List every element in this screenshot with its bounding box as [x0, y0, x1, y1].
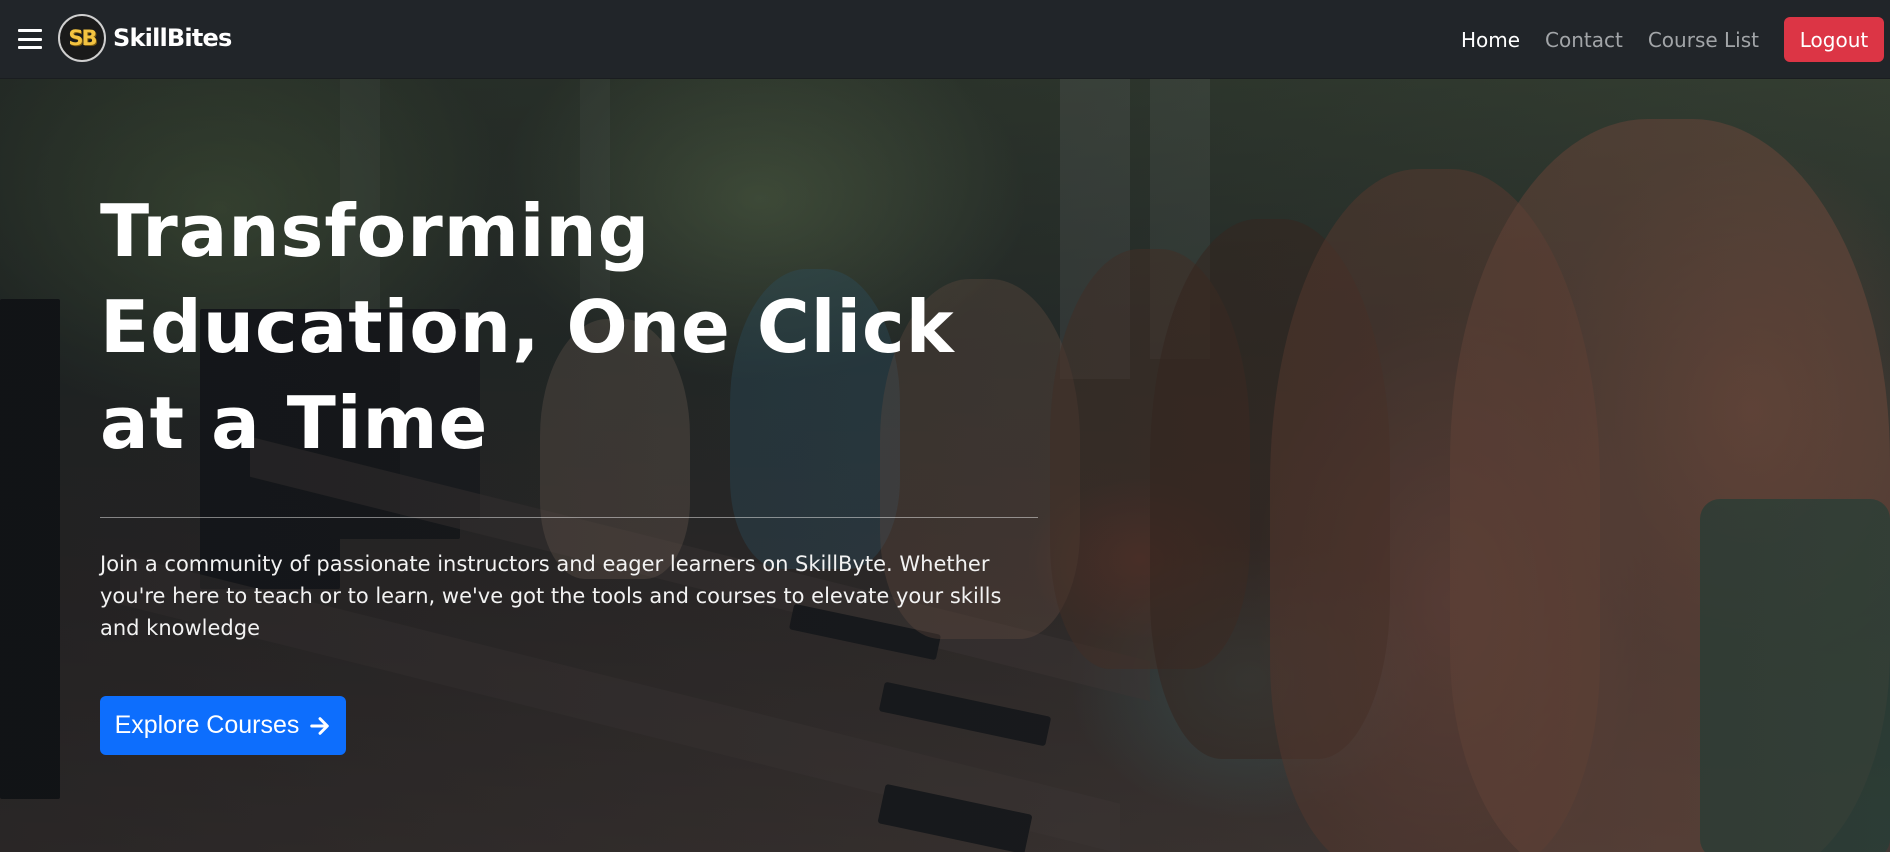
brand-name[interactable]: SkillBites — [113, 24, 232, 52]
hero-content: Transforming Education, One Click at a T… — [100, 183, 1040, 755]
nav-link-contact[interactable]: Contact — [1545, 28, 1623, 52]
hero-divider — [100, 517, 1038, 518]
nav-links: Home Contact Course List Logout — [1461, 0, 1890, 79]
logo-mark: SB — [68, 26, 97, 50]
logo[interactable]: SB — [58, 14, 106, 62]
top-navbar: SB SkillBites Home Contact Course List L… — [0, 0, 1890, 79]
explore-courses-button[interactable]: Explore Courses — [100, 696, 346, 755]
hero-description: Join a community of passionate instructo… — [100, 552, 1002, 640]
explore-courses-label: Explore Courses — [114, 711, 300, 739]
hero-title: Transforming Education, One Click at a T… — [100, 189, 955, 465]
nav-link-home[interactable]: Home — [1461, 28, 1520, 52]
arrow-right-icon — [310, 716, 330, 735]
hamburger-menu-icon[interactable] — [18, 29, 42, 49]
logout-button[interactable]: Logout — [1784, 17, 1884, 62]
hero-section: Transforming Education, One Click at a T… — [0, 79, 1890, 852]
nav-link-course-list[interactable]: Course List — [1648, 28, 1759, 52]
